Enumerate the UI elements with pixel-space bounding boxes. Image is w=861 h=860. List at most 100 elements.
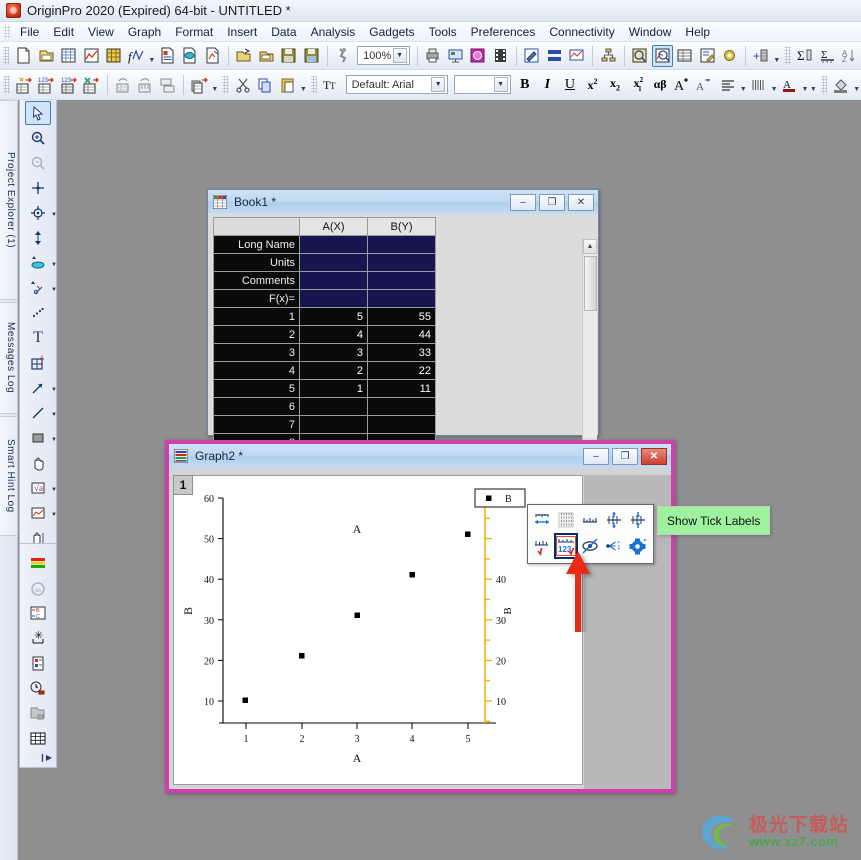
cell-b7[interactable] xyxy=(368,416,436,434)
zoom-out-icon[interactable] xyxy=(25,151,51,175)
data-point-2[interactable] xyxy=(299,653,305,659)
show-ticks-icon[interactable] xyxy=(530,533,554,559)
data-highlighter-icon[interactable]: ▼ xyxy=(25,251,51,275)
tick-direction-icon[interactable] xyxy=(578,507,602,533)
new-project-icon[interactable] xyxy=(13,45,34,67)
function-plot-dropdown[interactable]: ▼ xyxy=(148,45,156,67)
equation-dropdown[interactable]: ▼ xyxy=(51,487,57,493)
equation-icon[interactable]: √a ▼ xyxy=(25,476,51,500)
b-to-c-icon[interactable]: BC xyxy=(25,601,51,625)
cell-a3[interactable]: 3 xyxy=(300,344,368,362)
curve-tool-dropdown[interactable]: ▼ xyxy=(51,512,57,518)
data-highlighter-dropdown[interactable]: ▼ xyxy=(51,262,57,268)
cell-b6[interactable] xyxy=(368,398,436,416)
folder-stamp-icon[interactable] xyxy=(25,701,51,725)
hierarchy-icon[interactable] xyxy=(598,45,619,67)
clock-stamp-icon[interactable] xyxy=(25,676,51,700)
cell-b5[interactable]: 11 xyxy=(368,380,436,398)
menu-item-file[interactable]: File xyxy=(13,23,46,41)
numeric-format-icon[interactable]: 123 xyxy=(36,74,57,96)
new-graph-icon[interactable] xyxy=(81,45,102,67)
greek-icon[interactable]: αβ xyxy=(650,74,671,96)
data-selector-icon[interactable] xyxy=(25,226,51,250)
menu-item-preferences[interactable]: Preferences xyxy=(464,23,543,41)
cell-b3[interactable]: 33 xyxy=(368,344,436,362)
workbook-title-bar[interactable]: Book1 * – ❐ ✕ xyxy=(208,190,598,214)
gear-icon[interactable] xyxy=(720,45,741,67)
workbook-maximize-button[interactable]: ❐ xyxy=(539,194,565,211)
toolbar-overflow-icon[interactable]: ▼ xyxy=(773,45,781,67)
row-header[interactable]: 4 xyxy=(214,362,300,380)
copy-columns-icon[interactable] xyxy=(189,74,210,96)
font-color-icon[interactable]: A xyxy=(779,74,800,96)
graph-close-button[interactable]: ✕ xyxy=(641,448,667,465)
underline-icon[interactable]: U xyxy=(560,74,581,96)
transpose-icon[interactable] xyxy=(113,74,134,96)
menu-item-connectivity[interactable]: Connectivity xyxy=(542,23,621,41)
align-dropdown-icon[interactable]: ▼ xyxy=(739,74,747,96)
axis-settings-gear-icon[interactable] xyxy=(626,533,650,559)
cell-a6[interactable] xyxy=(300,398,368,416)
annotation-icon[interactable] xyxy=(522,45,543,67)
statistics-icon[interactable]: Σ xyxy=(817,45,838,67)
dock-tab-project-explorer[interactable]: Project Explorer (1) xyxy=(0,100,18,300)
cell-a4[interactable]: 2 xyxy=(300,362,368,380)
toolbar-grip-6[interactable] xyxy=(821,76,828,94)
dock-tab-smart-hint-log[interactable]: Smart Hint Log xyxy=(0,416,18,536)
open-template-icon[interactable] xyxy=(256,45,277,67)
graph-page[interactable]: A 60 50 40 xyxy=(173,475,583,785)
clear-worksheet-icon[interactable] xyxy=(81,74,102,96)
worksheet-column-header-a[interactable]: A(X) xyxy=(300,218,368,236)
object-edit-icon[interactable]: A xyxy=(25,351,51,375)
merge-graph-icon[interactable] xyxy=(567,45,588,67)
line-width-icon[interactable] xyxy=(748,74,769,96)
regional-mask-icon[interactable]: ▼ xyxy=(25,276,51,300)
color-scale-icon[interactable] xyxy=(25,576,51,600)
graph-layer-badge[interactable]: 1 xyxy=(173,475,193,495)
cut-icon[interactable] xyxy=(233,74,254,96)
regional-mask-dropdown[interactable]: ▼ xyxy=(51,287,57,293)
tick-out-in-icon[interactable] xyxy=(626,507,650,533)
column-format-icon[interactable]: 123 xyxy=(59,74,80,96)
new-worksheet-icon[interactable] xyxy=(14,74,35,96)
superscript-icon[interactable]: x2 xyxy=(582,74,603,96)
data-point-1[interactable] xyxy=(243,698,249,704)
worksheet-icon[interactable] xyxy=(675,45,696,67)
row-header[interactable]: 1 xyxy=(214,308,300,326)
font-size-combo[interactable]: ▼ xyxy=(454,75,510,94)
print-preview-icon[interactable] xyxy=(445,45,466,67)
cell-a7[interactable] xyxy=(300,416,368,434)
pan-icon[interactable] xyxy=(25,451,51,475)
layer-manager-icon[interactable] xyxy=(544,45,565,67)
menu-item-edit[interactable]: Edit xyxy=(46,23,81,41)
zoom-panel-icon[interactable] xyxy=(630,45,651,67)
right-axis-title[interactable]: B xyxy=(502,607,514,614)
meta-cell-b-units[interactable] xyxy=(368,254,436,272)
worksheet-area[interactable]: A(X) B(Y) Long Name Units Comments F(x)= xyxy=(208,214,598,435)
sort-icon[interactable]: AZ xyxy=(840,45,861,67)
meta-cell-b-comments[interactable] xyxy=(368,272,436,290)
font-color-dropdown-icon[interactable]: ▼ xyxy=(801,74,809,96)
palette-expand-icon-2[interactable]: ❙▶ xyxy=(20,750,56,764)
unstack-icon[interactable] xyxy=(158,74,179,96)
new-notes-icon[interactable] xyxy=(157,45,178,67)
new-workbook-icon[interactable] xyxy=(59,45,80,67)
scatter-draw-icon[interactable] xyxy=(25,301,51,325)
toolbar-grip-4[interactable] xyxy=(222,76,229,94)
arrow-tool-icon[interactable]: ▼ xyxy=(25,376,51,400)
text-tool-icon[interactable]: T xyxy=(25,326,51,350)
italic-icon[interactable]: I xyxy=(537,74,558,96)
subscript-icon[interactable]: x2 xyxy=(605,74,626,96)
row-header[interactable]: 3 xyxy=(214,344,300,362)
new-layout-icon[interactable] xyxy=(202,45,223,67)
bottom-axis-tick-labels[interactable]: 1 2 3 4 5 xyxy=(244,734,471,745)
row-header[interactable]: 6 xyxy=(214,398,300,416)
zoom-combo[interactable]: 100% ▼ xyxy=(357,46,410,65)
menu-item-window[interactable]: Window xyxy=(622,23,679,41)
new-function-plot-icon[interactable]: f xyxy=(126,45,147,67)
data-reader-icon[interactable] xyxy=(652,45,673,67)
align-icon[interactable] xyxy=(717,74,738,96)
cell-a1[interactable]: 5 xyxy=(300,308,368,326)
menu-item-graph[interactable]: Graph xyxy=(121,23,168,41)
cell-b2[interactable]: 44 xyxy=(368,326,436,344)
